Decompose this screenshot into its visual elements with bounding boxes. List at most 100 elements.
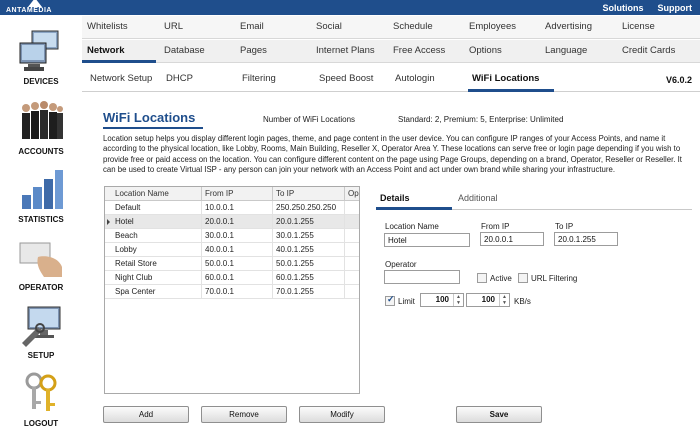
cell-from-ip: 70.0.0.1 [202,285,273,299]
column-operator[interactable]: Ope [345,187,359,201]
sidebar-item-operator[interactable]: OPERATOR [0,229,82,297]
operator-label: Operator [385,260,417,269]
table-row[interactable]: Beach 30.0.0.1 30.0.1.255 [105,229,359,243]
cell-location-name: Default [112,201,202,215]
accounts-icon [22,101,63,139]
tab-url[interactable]: URL [162,16,183,38]
add-button[interactable]: Add [103,406,189,423]
subtab-network-setup[interactable]: Network Setup [88,68,152,90]
active-subtab-indicator [468,89,554,92]
page-title: WiFi Locations [103,110,196,125]
brand-logo: ANTAMEDIA [0,0,70,16]
statistics-icon [22,170,63,209]
tab-additional[interactable]: Additional [458,188,498,210]
location-name-label: Location Name [385,222,439,231]
support-link[interactable]: Support [658,3,693,13]
sidebar-label-logout: LOGOUT [23,419,59,428]
nav-row-secondary: Network Database Pages Internet Plans Fr… [82,40,700,63]
cell-from-ip: 20.0.0.1 [202,215,273,229]
tab-internet-plans[interactable]: Internet Plans [314,40,375,62]
page-description: Location setup helps you display differe… [103,134,682,174]
solutions-link[interactable]: Solutions [603,3,644,13]
url-filtering-checkbox[interactable] [518,273,528,283]
table-row-selected[interactable]: Hotel 20.0.0.1 20.0.1.255 [105,215,359,229]
column-to-ip[interactable]: To IP [273,187,345,201]
sidebar-label-setup: SETUP [27,351,55,360]
tab-options[interactable]: Options [467,40,502,62]
cell-location-name: Spa Center [112,285,202,299]
tab-network[interactable]: Network [85,40,124,62]
tab-credit-cards[interactable]: Credit Cards [620,40,675,62]
table-row[interactable]: Default 10.0.0.1 250.250.250.250 [105,201,359,215]
tab-employees[interactable]: Employees [467,16,516,38]
subtab-autologin[interactable]: Autologin [393,68,435,90]
limit-checkbox[interactable] [385,294,395,306]
setup-icon [22,306,61,347]
tab-language[interactable]: Language [543,40,587,62]
cell-from-ip: 60.0.0.1 [202,271,273,285]
sidebar-item-setup[interactable]: SETUP [0,297,82,365]
tab-whitelists[interactable]: Whitelists [85,16,128,38]
logout-icon [25,372,57,411]
tab-advertising[interactable]: Advertising [543,16,592,38]
active-label: Active [490,274,512,283]
sidebar-item-accounts[interactable]: ACCOUNTS [0,93,82,161]
cell-to-ip: 250.250.250.250 [273,201,345,215]
devices-icon [19,30,59,71]
sidebar-item-devices[interactable]: DEVICES [0,23,82,91]
from-ip-input[interactable] [480,232,544,246]
locations-count-value: Standard: 2, Premium: 5, Enterprise: Unl… [398,115,564,124]
column-location-name[interactable]: Location Name [112,187,202,201]
details-tabs: Details Additional [376,188,692,210]
operator-icon [19,242,62,277]
sidebar-item-logout[interactable]: LOGOUT [0,365,82,433]
sidebar-item-statistics[interactable]: STATISTICS [0,161,82,229]
limit-unit-label: KB/s [514,297,531,306]
table-row[interactable]: Lobby 40.0.0.1 40.0.1.255 [105,243,359,257]
stepper-arrows-icon[interactable]: ▲ ▼ [499,294,509,306]
cell-to-ip: 50.0.1.255 [273,257,345,271]
subtab-speed-boost[interactable]: Speed Boost [317,68,373,90]
top-header [0,0,700,15]
cell-location-name: Night Club [112,271,202,285]
sidebar-label-operator: OPERATOR [18,283,64,292]
subtab-dhcp[interactable]: DHCP [164,68,193,90]
to-ip-input[interactable] [554,232,618,246]
limit-upload-stepper[interactable]: 100 ▲ ▼ [466,293,510,307]
save-button[interactable]: Save [456,406,542,423]
tab-pages[interactable]: Pages [238,40,267,62]
version-label: V6.0.2 [665,75,692,85]
tab-license[interactable]: License [620,16,655,38]
table-row[interactable]: Night Club 60.0.0.1 60.0.1.255 [105,271,359,285]
cell-to-ip: 30.0.1.255 [273,229,345,243]
sidebar-label-accounts: ACCOUNTS [18,147,64,156]
tab-database[interactable]: Database [162,40,205,62]
tab-email[interactable]: Email [238,16,264,38]
cell-location-name: Hotel [112,215,202,229]
modify-button[interactable]: Modify [299,406,385,423]
tab-free-access[interactable]: Free Access [391,40,445,62]
sidebar-label-statistics: STATISTICS [18,215,64,224]
table-row[interactable]: Spa Center 70.0.0.1 70.0.1.255 [105,285,359,299]
operator-input[interactable] [384,270,460,284]
tab-schedule[interactable]: Schedule [391,16,433,38]
cell-from-ip: 30.0.0.1 [202,229,273,243]
nav-row-primary: Whitelists URL Email Social Schedule Emp… [82,16,700,39]
remove-button[interactable]: Remove [201,406,287,423]
limit-download-value: 100 [435,295,449,304]
cell-to-ip: 40.0.1.255 [273,243,345,257]
location-name-input[interactable] [384,233,470,247]
table-header: Location Name From IP To IP Ope [105,187,359,201]
cell-from-ip: 40.0.0.1 [202,243,273,257]
stepper-arrows-icon[interactable]: ▲ ▼ [453,294,463,306]
cell-location-name: Retail Store [112,257,202,271]
subtab-wifi-locations[interactable]: WiFi Locations [470,68,539,90]
active-checkbox[interactable] [477,273,487,283]
locations-count-label: Number of WiFi Locations [263,115,356,124]
limit-download-stepper[interactable]: 100 ▲ ▼ [420,293,464,307]
tab-social[interactable]: Social [314,16,342,38]
from-ip-label: From IP [481,222,510,231]
table-row[interactable]: Retail Store 50.0.0.1 50.0.1.255 [105,257,359,271]
subtab-filtering[interactable]: Filtering [240,68,276,90]
column-from-ip[interactable]: From IP [202,187,273,201]
